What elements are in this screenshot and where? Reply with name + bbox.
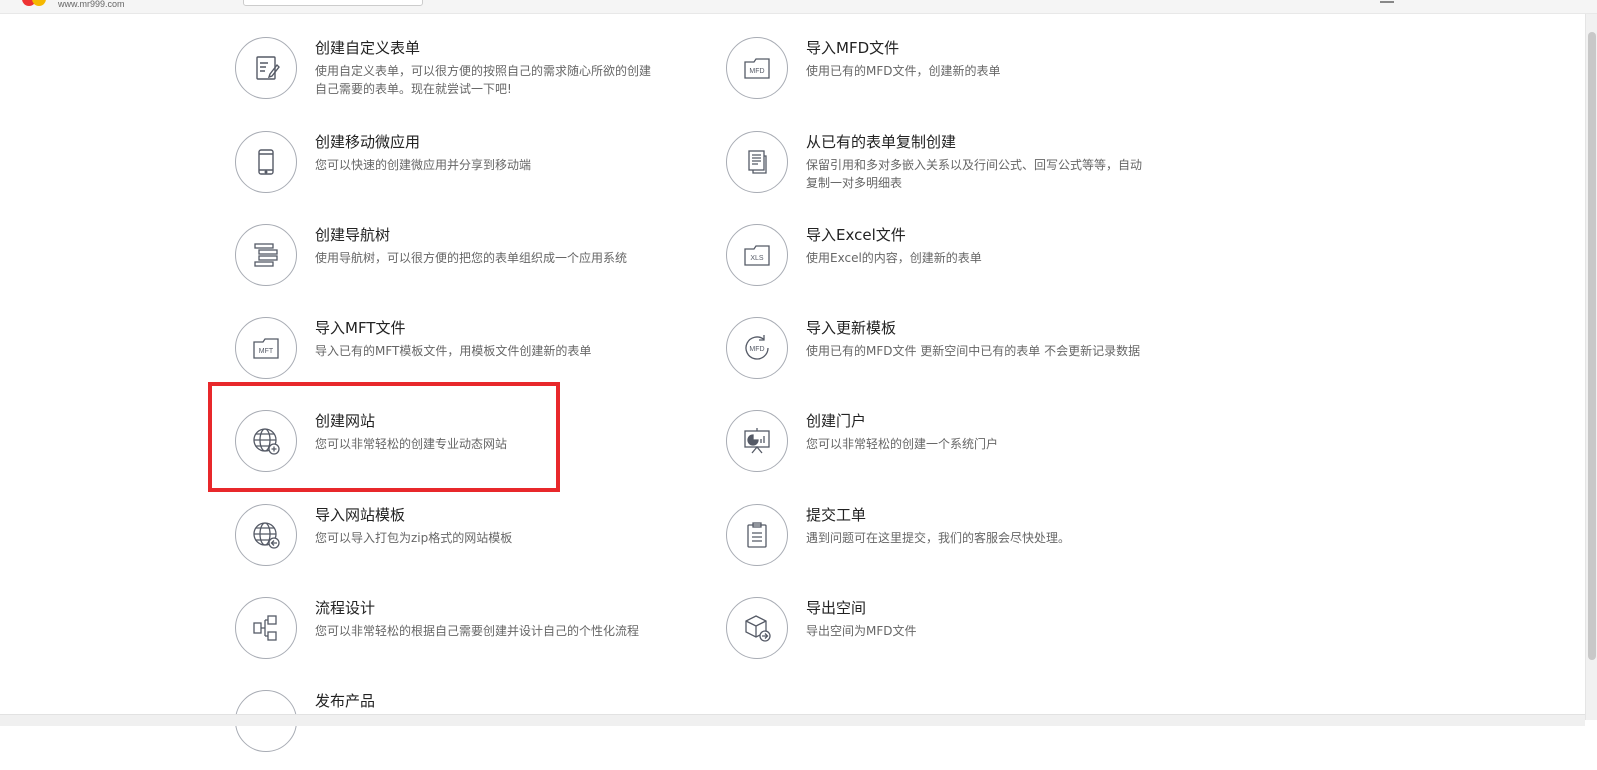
item-title: 发布产品 [315,692,376,710]
import-website-template-item[interactable]: 导入网站模板 您可以导入打包为zip格式的网站模板 [235,504,675,584]
item-desc: 使用自定义表单，可以很方便的按照自己的需求随心所欲的创建自己需要的表单。现在就尝… [315,64,652,96]
import-excel-item[interactable]: XLS 导入Excel文件 使用Excel的内容，创建新的表单 [726,224,1166,304]
item-desc: 使用导航树，可以很方便的把您的表单组织成一个应用系统 [315,251,628,265]
import-mfd-item[interactable]: MFD 导入MFD文件 使用已有的MFD文件，创建新的表单 [726,37,1166,117]
item-title: 导入MFT文件 [315,319,406,337]
svg-text:MFD: MFD [749,68,764,75]
svg-text:MFT: MFT [259,348,274,355]
item-title: 导入Excel文件 [806,226,906,244]
import-mft-item[interactable]: MFT 导入MFT文件 导入已有的MFT模板文件，用模板文件创建新的表单 [235,317,675,397]
item-desc: 您可以非常轻松的创建专业动态网站 [315,437,508,451]
search-input[interactable] [243,0,423,6]
item-title: 提交工单 [806,506,867,524]
item-desc: 使用已有的MFD文件，创建新的表单 [806,64,1001,78]
item-desc: 遇到问题可在这里提交，我们的客服会尽快处理。 [806,531,1071,545]
create-nav-tree-item[interactable]: 创建导航树 使用导航树，可以很方便的把您的表单组织成一个应用系统 [235,224,675,304]
presentation-board-icon [726,410,788,472]
flowchart-icon [235,597,297,659]
export-space-item[interactable]: 导出空间 导出空间为MFD文件 [726,597,1166,677]
process-design-item[interactable]: 流程设计 您可以非常轻松的根据自己需要创建并设计自己的个性化流程 [235,597,675,677]
cube-export-icon [726,597,788,659]
xls-folder-icon: XLS [726,224,788,286]
item-desc: 使用已有的MFD文件 更新空间中已有的表单 不会更新记录数据 [806,344,1141,358]
item-title: 导入MFD文件 [806,39,900,57]
svg-text:XLS: XLS [750,255,764,262]
item-desc: 您可以非常轻松的根据自己需要创建并设计自己的个性化流程 [315,624,640,638]
item-title: 创建自定义表单 [315,39,421,57]
copy-form-item[interactable]: 从已有的表单复制创建 保留引用和多对多嵌入关系以及行间公式、回写公式等等，自动复… [726,131,1166,211]
copy-document-icon [726,131,788,193]
mfd-refresh-icon: MFD [726,317,788,379]
item-title: 导入网站模板 [315,506,406,524]
item-title: 从已有的表单复制创建 [806,133,957,151]
menu-icon[interactable] [1380,0,1394,3]
item-title: 流程设计 [315,599,376,617]
item-title: 创建门户 [806,412,867,430]
clipboard-icon [726,504,788,566]
item-title: 导出空间 [806,599,867,617]
item-desc: 您可以快速的创建微应用并分享到移动端 [315,158,532,172]
item-desc: 您可以非常轻松的创建一个系统门户 [806,437,999,451]
status-bar [0,714,1585,726]
item-title: 创建导航树 [315,226,391,244]
item-desc: 使用Excel的内容，创建新的表单 [806,251,982,265]
vertical-scrollbar[interactable] [1585,14,1597,720]
item-title: 创建移动微应用 [315,133,421,151]
logo[interactable] [22,0,50,8]
create-website-item[interactable]: 创建网站 您可以非常轻松的创建专业动态网站 [235,410,675,490]
navigation-tree-icon [235,224,297,286]
item-desc: 保留引用和多对多嵌入关系以及行间公式、回写公式等等，自动复制一对多明细表 [806,158,1143,190]
submit-ticket-item[interactable]: 提交工单 遇到问题可在这里提交，我们的客服会尽快处理。 [726,504,1166,584]
publish-product-item[interactable]: 发布产品 [235,690,675,770]
scrollbar-thumb[interactable] [1588,32,1596,660]
mft-folder-icon: MFT [235,317,297,379]
item-title: 导入更新模板 [806,319,897,337]
globe-import-icon [235,504,297,566]
create-mobile-app-item[interactable]: 创建移动微应用 您可以快速的创建微应用并分享到移动端 [235,131,675,211]
item-desc: 导出空间为MFD文件 [806,624,917,638]
top-bar: www.mr999.com [0,0,1597,14]
item-desc: 导入已有的MFT模板文件，用模板文件创建新的表单 [315,344,592,358]
svg-text:MFD: MFD [749,346,764,353]
globe-add-icon [235,410,297,472]
item-desc: 您可以导入打包为zip格式的网站模板 [315,531,513,545]
logo-text: www.mr999.com [58,0,125,9]
import-update-template-item[interactable]: MFD 导入更新模板 使用已有的MFD文件 更新空间中已有的表单 不会更新记录数… [726,317,1166,397]
item-title: 创建网站 [315,412,376,430]
create-custom-form-item[interactable]: 创建自定义表单 使用自定义表单，可以很方便的按照自己的需求随心所欲的创建自己需要… [235,37,675,117]
mobile-phone-icon [235,131,297,193]
form-edit-icon [235,37,297,99]
create-portal-item[interactable]: 创建门户 您可以非常轻松的创建一个系统门户 [726,410,1166,490]
mfd-folder-icon: MFD [726,37,788,99]
